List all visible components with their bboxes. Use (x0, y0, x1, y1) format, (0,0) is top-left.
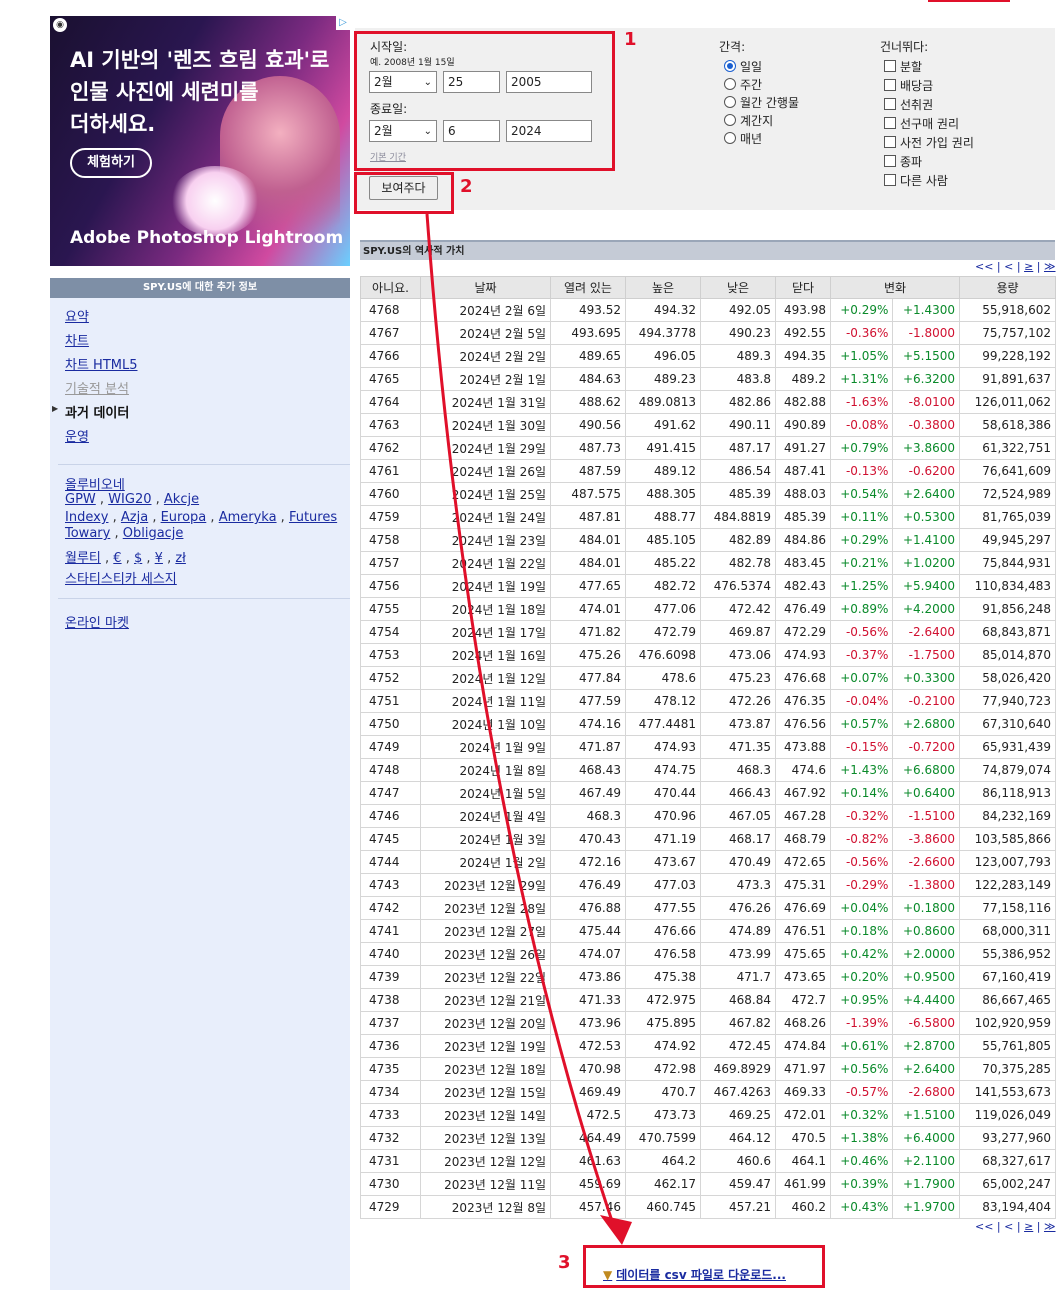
annotation-arrow (425, 213, 632, 1245)
